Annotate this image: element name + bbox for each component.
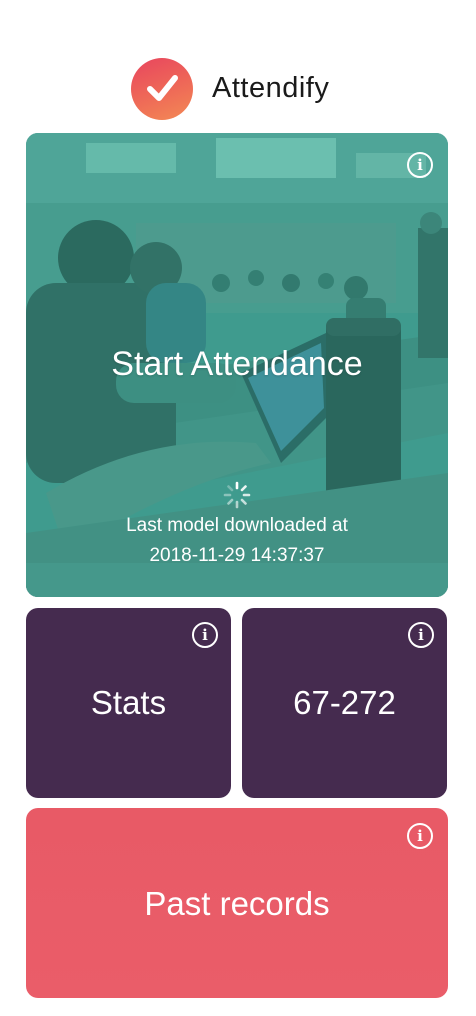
- info-icon[interactable]: i: [407, 152, 433, 178]
- loading-spinner-icon: [223, 481, 251, 509]
- model-status-label: Last model downloaded at: [126, 515, 348, 536]
- app-header: Attendify: [0, 58, 476, 120]
- info-icon[interactable]: i: [408, 622, 434, 648]
- app-title: Attendify: [212, 72, 330, 104]
- info-icon[interactable]: i: [192, 622, 218, 648]
- class-card[interactable]: i 67-272: [242, 608, 447, 798]
- info-icon[interactable]: i: [407, 823, 433, 849]
- stats-card[interactable]: i Stats: [26, 608, 231, 798]
- app-screen: Attendify i Start Attendance Last model …: [0, 0, 476, 1016]
- app-logo: [131, 58, 193, 120]
- checkmark-icon: [147, 75, 178, 101]
- stats-label: Stats: [90, 684, 167, 721]
- start-attendance-card[interactable]: i Start Attendance Last model downloaded…: [26, 133, 448, 597]
- class-label: 67-272: [293, 684, 396, 721]
- model-timestamp: 2018-11-29 14:37:37: [149, 545, 325, 566]
- start-attendance-label: Start Attendance: [111, 345, 363, 383]
- past-records-card[interactable]: i Past records: [26, 808, 448, 998]
- past-records-label: Past records: [144, 885, 330, 922]
